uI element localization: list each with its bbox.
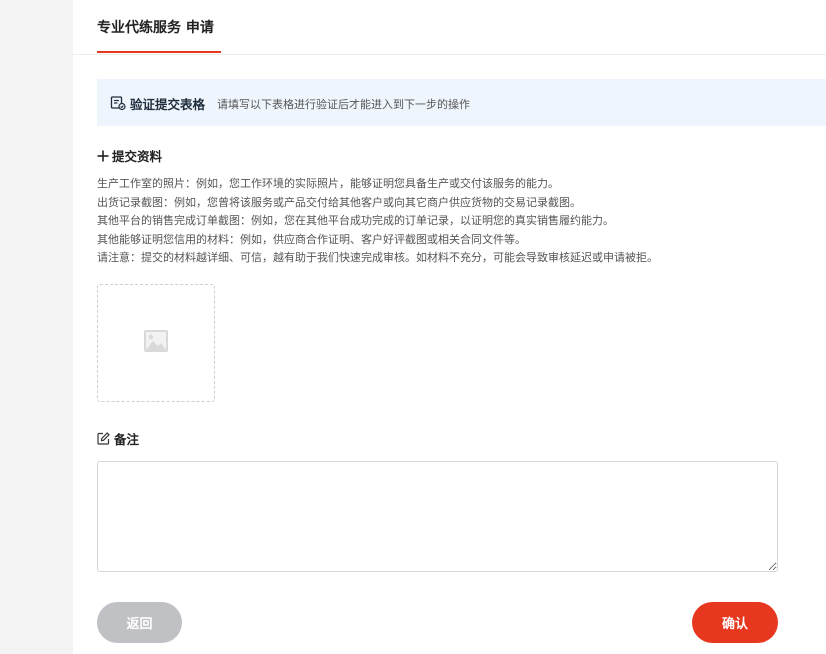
remark-heading: 备注 — [97, 429, 139, 448]
back-button[interactable]: 返回 — [97, 602, 182, 643]
description-line: 生产工作室的照片：例如，您工作环境的实际照片，能够证明您具备生产或交付该服务的能… — [97, 177, 559, 190]
image-upload-box[interactable] — [97, 284, 215, 402]
remark-textarea[interactable] — [97, 461, 778, 572]
tab-apply-service[interactable]: 专业代练服务 申请 — [97, 17, 214, 37]
active-tab-indicator — [97, 51, 221, 53]
notice-title: 验证提交表格 — [130, 97, 206, 112]
description-line: 请注意：提交的材料越详细、可信，越有助于我们快速完成审核。如材料不充分，可能会导… — [97, 251, 658, 264]
description-line: 出货记录截图：例如，您曾将该服务或产品交付给其他客户或向其它商户供应货物的交易记… — [97, 195, 581, 209]
tab-header: 专业代练服务 申请 — [73, 0, 826, 55]
confirm-button[interactable]: 确认 — [692, 602, 778, 643]
materials-description: 生产工作室的照片：例如，您工作环境的实际照片，能够证明您具备生产或交付该服务的能… — [97, 175, 817, 268]
submit-materials-label: 提交资料 — [112, 149, 163, 164]
form-check-icon — [110, 96, 126, 111]
edit-icon — [97, 432, 110, 445]
form-panel: 专业代练服务 申请 验证提交表格 请填写以下表格进行验证后才能进入到下一步的操作… — [73, 0, 826, 654]
remark-label: 备注 — [114, 432, 140, 447]
plus-icon — [97, 150, 109, 161]
image-placeholder-icon — [144, 330, 168, 352]
notice-text: 请填写以下表格进行验证后才能进入到下一步的操作 — [217, 98, 470, 111]
description-line: 其他平台的销售完成订单截图：例如，您在其他平台成功完成的订单记录，以证明您的真实… — [97, 214, 614, 227]
description-line: 其他能够证明您信用的材料：例如，供应商合作证明、客户好评截图或相关合同文件等。 — [97, 232, 526, 246]
submit-materials-heading: 提交资料 — [97, 146, 162, 165]
verification-notice: 验证提交表格 请填写以下表格进行验证后才能进入到下一步的操作 — [97, 79, 826, 126]
